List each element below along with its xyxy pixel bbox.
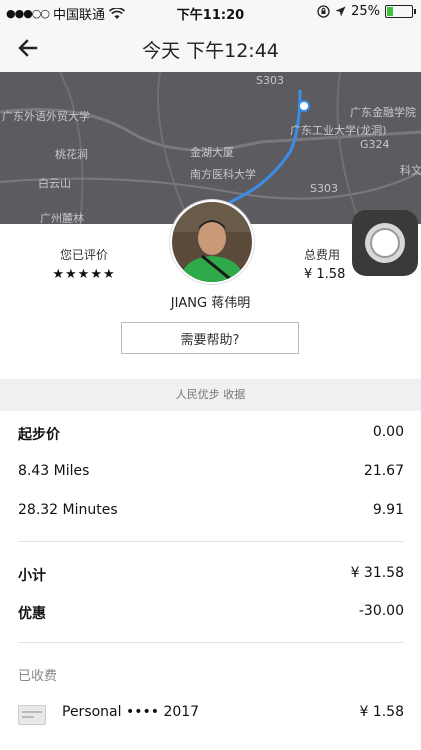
subtotal-value: ¥ 31.58 — [350, 565, 404, 581]
driver-avatar — [170, 200, 254, 284]
help-button[interactable]: 需要帮助? — [121, 322, 299, 354]
divider — [18, 541, 404, 542]
map-label: 白云山 — [38, 177, 71, 190]
battery-icon — [385, 5, 416, 18]
distance-value: 21.67 — [363, 463, 404, 479]
location-arrow-icon — [335, 6, 346, 17]
battery-percent: 25% — [351, 4, 380, 19]
payment-method-label: Personal •••• 2017 — [62, 704, 200, 720]
receipt-header: 人民优步 收据 — [0, 379, 421, 411]
rating-label: 您已评价 — [59, 248, 108, 262]
status-bar: ●●●○○ 中国联通 下午11:20 25% — [0, 0, 421, 24]
map-label: 科文 — [400, 164, 421, 177]
collected-label: 已收费 — [18, 669, 58, 684]
subtotal-label: 小计 — [18, 568, 46, 584]
assistive-touch-button[interactable] — [352, 210, 418, 276]
map-label: 广东金融学院 — [350, 106, 416, 119]
time-label: 28.32 Minutes — [18, 502, 118, 518]
fare-row-discount: 优惠 -30.00 — [18, 603, 404, 623]
orientation-lock-icon — [317, 5, 330, 18]
map-label: 广东外语外贸大学 — [2, 110, 90, 123]
distance-label: 8.43 Miles — [18, 463, 90, 479]
discount-label: 优惠 — [18, 606, 46, 622]
divider — [18, 642, 404, 643]
driver-photo — [172, 202, 252, 282]
navigation-bar: 今天 下午12:44 — [0, 24, 421, 72]
credit-card-icon — [18, 705, 46, 725]
map-label: 金湖大厦 — [190, 146, 234, 159]
assistive-touch-icon — [365, 223, 405, 263]
base-fare-value: 0.00 — [372, 424, 404, 440]
map-label: 桃花涧 — [55, 148, 88, 161]
fare-row-subtotal: 小计 ¥ 31.58 — [18, 565, 404, 585]
fare-row-time: 28.32 Minutes 9.91 — [18, 502, 404, 522]
map-label: 广州麓林 — [40, 212, 84, 224]
rating-block: 您已评价 ★★★★★ — [34, 246, 134, 282]
discount-value: -30.00 — [358, 603, 404, 619]
map-label: S303 — [256, 74, 284, 87]
rating-stars[interactable]: ★★★★★ — [34, 267, 134, 282]
time-value: 9.91 — [372, 502, 404, 518]
page-title: 今天 下午12:44 — [142, 40, 279, 62]
map-label: 广东工业大学(龙洞) — [290, 124, 387, 137]
map-label: 南方医科大学 — [190, 168, 256, 181]
fare-row-base: 起步价 0.00 — [18, 424, 404, 444]
payment-amount: ¥ 1.58 — [359, 704, 404, 720]
fare-row-distance: 8.43 Miles 21.67 — [18, 463, 404, 483]
payment-method-row[interactable]: Personal •••• 2017 ¥ 1.58 — [62, 704, 404, 724]
base-fare-label: 起步价 — [18, 427, 60, 443]
map-label: G324 — [360, 138, 390, 151]
driver-name: JIANG 蒋伟明 — [170, 296, 251, 311]
map-label: S303 — [310, 182, 338, 195]
